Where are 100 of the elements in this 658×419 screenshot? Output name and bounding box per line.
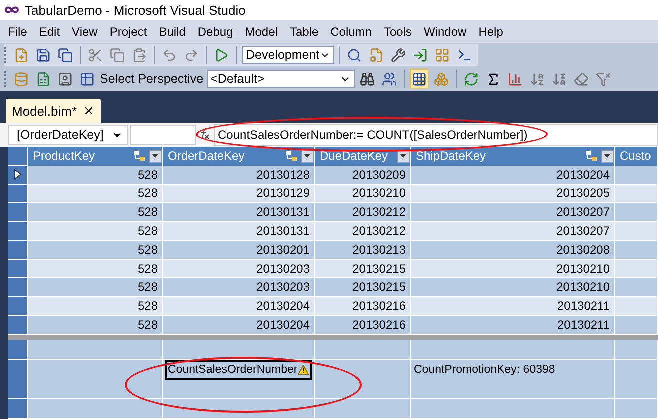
table-cell: 528	[28, 260, 163, 278]
table-cell	[615, 203, 658, 222]
filter-dropdown-icon[interactable]	[397, 150, 410, 163]
warning-icon	[298, 364, 309, 375]
relationship-icon	[134, 150, 146, 162]
table-cell: 528	[28, 278, 163, 298]
table-cell	[615, 184, 658, 204]
measure-cell[interactable]	[315, 360, 411, 381]
table-cell: 528	[28, 166, 163, 185]
table-cell: 20130204	[411, 166, 615, 185]
measure-cell[interactable]	[163, 340, 315, 360]
window-title: TabularDemo - Microsoft Visual Studio	[25, 2, 246, 18]
table-cell	[615, 278, 658, 298]
table-cell: 20130131	[163, 203, 315, 222]
table-cell: 20130216	[315, 297, 411, 316]
filter-dropdown-icon[interactable]	[149, 150, 162, 163]
measure-name: CountPromotionKey: 60398	[414, 364, 556, 376]
column-header[interactable]: Custo	[615, 147, 658, 166]
app-logo-icon	[5, 6, 19, 14]
select-all-corner[interactable]	[8, 147, 28, 166]
measure-cell[interactable]	[28, 399, 163, 419]
menu-item[interactable]: Help	[472, 24, 510, 38]
column-dropdown[interactable]: [OrderDateKey]	[8, 125, 128, 145]
menu-item[interactable]: Table	[284, 24, 325, 38]
measure-cell[interactable]	[411, 380, 615, 400]
menu-item[interactable]: Edit	[33, 24, 66, 38]
formula-field[interactable]: CountSalesOrderNumber:= COUNT([SalesOrderNumber])	[214, 124, 658, 146]
menu-item[interactable]: File	[2, 24, 34, 38]
table-cell: 20130128	[163, 166, 315, 185]
table-cell: 20130131	[163, 222, 315, 241]
measure-cell[interactable]	[615, 360, 658, 381]
configuration-dropdown[interactable]: Development	[242, 46, 334, 64]
table-cell: 20130204	[163, 297, 315, 316]
perspective-dropdown[interactable]: <Default>	[206, 70, 355, 88]
table-cell: 528	[28, 222, 163, 241]
measure-name: CountSalesOrderNumber	[168, 364, 298, 376]
table-cell: 20130208	[411, 240, 615, 260]
table-cell: 20130204	[163, 316, 315, 335]
menu-item[interactable]: View	[66, 24, 104, 38]
row-selector[interactable]	[8, 166, 28, 185]
column-header[interactable]: DueDateKey	[315, 147, 411, 166]
measure-cell[interactable]	[315, 340, 411, 360]
table-cell: 20130210	[315, 184, 411, 204]
measure-cell[interactable]	[28, 340, 163, 360]
current-row-icon	[14, 169, 22, 180]
column-header[interactable]: ShipDateKey	[411, 147, 615, 166]
table-cell: 20130210	[411, 260, 615, 278]
menu-item[interactable]: Debug	[192, 24, 240, 38]
table-cell: 20130211	[411, 297, 615, 316]
menu-item[interactable]: Model	[239, 24, 284, 38]
table-cell	[615, 260, 658, 278]
measure-cell[interactable]	[615, 340, 658, 360]
table-cell: 20130211	[411, 316, 615, 335]
menu-item[interactable]: Column	[324, 24, 378, 38]
table-cell: 20130215	[315, 260, 411, 278]
measure-cell[interactable]	[315, 380, 411, 400]
filter-dropdown-icon[interactable]	[301, 150, 314, 163]
table-cell: 20130207	[411, 222, 615, 241]
filter-dropdown-icon[interactable]	[601, 150, 614, 163]
column-header[interactable]: ProductKey	[28, 147, 163, 166]
column-header[interactable]: OrderDateKey	[163, 147, 315, 166]
table-cell: 20130201	[163, 240, 315, 260]
measure-cell[interactable]: CountPromotionKey: 60398	[411, 360, 615, 381]
table-cell: 20130209	[315, 166, 411, 185]
measure-cell[interactable]	[615, 380, 658, 400]
measure-cell[interactable]	[163, 399, 315, 419]
measure-cell[interactable]	[615, 399, 658, 419]
blank-field[interactable]	[130, 125, 196, 145]
measure-cell[interactable]	[163, 380, 315, 400]
measure-cell[interactable]: CountSalesOrderNumber	[163, 360, 315, 381]
table-cell: 20130216	[315, 316, 411, 335]
relationship-icon	[586, 150, 598, 162]
table-cell	[615, 222, 658, 241]
measure-cell[interactable]	[28, 360, 163, 381]
table-cell: 528	[28, 240, 163, 260]
menu-item[interactable]: Tools	[378, 24, 418, 38]
function-icon[interactable]	[198, 128, 212, 142]
table-cell: 528	[28, 316, 163, 335]
table-cell: 20130210	[411, 278, 615, 298]
table-cell: 20130205	[411, 184, 615, 204]
table-cell	[615, 240, 658, 260]
table-cell	[615, 316, 658, 335]
table-cell: 20130207	[411, 203, 615, 222]
table-cell: 20130215	[315, 278, 411, 298]
measure-cell[interactable]	[411, 340, 615, 360]
measure-cell[interactable]	[315, 399, 411, 419]
menu-item[interactable]: Build	[153, 24, 192, 38]
perspective-label: Select Perspective	[100, 72, 204, 86]
measure-cell[interactable]	[411, 399, 615, 419]
document-tab[interactable]: Model.bim*	[6, 99, 102, 123]
measure-cell[interactable]	[28, 380, 163, 400]
menu-item[interactable]: Project	[104, 24, 154, 38]
close-icon[interactable]	[83, 105, 96, 117]
table-cell: 20130212	[315, 203, 411, 222]
table-cell: 20130203	[163, 278, 315, 298]
table-cell: 528	[28, 297, 163, 316]
table-cell: 20130203	[163, 260, 315, 278]
table-cell	[615, 297, 658, 316]
menu-item[interactable]: Window	[418, 24, 473, 38]
grid-view-icon[interactable]	[410, 69, 429, 89]
